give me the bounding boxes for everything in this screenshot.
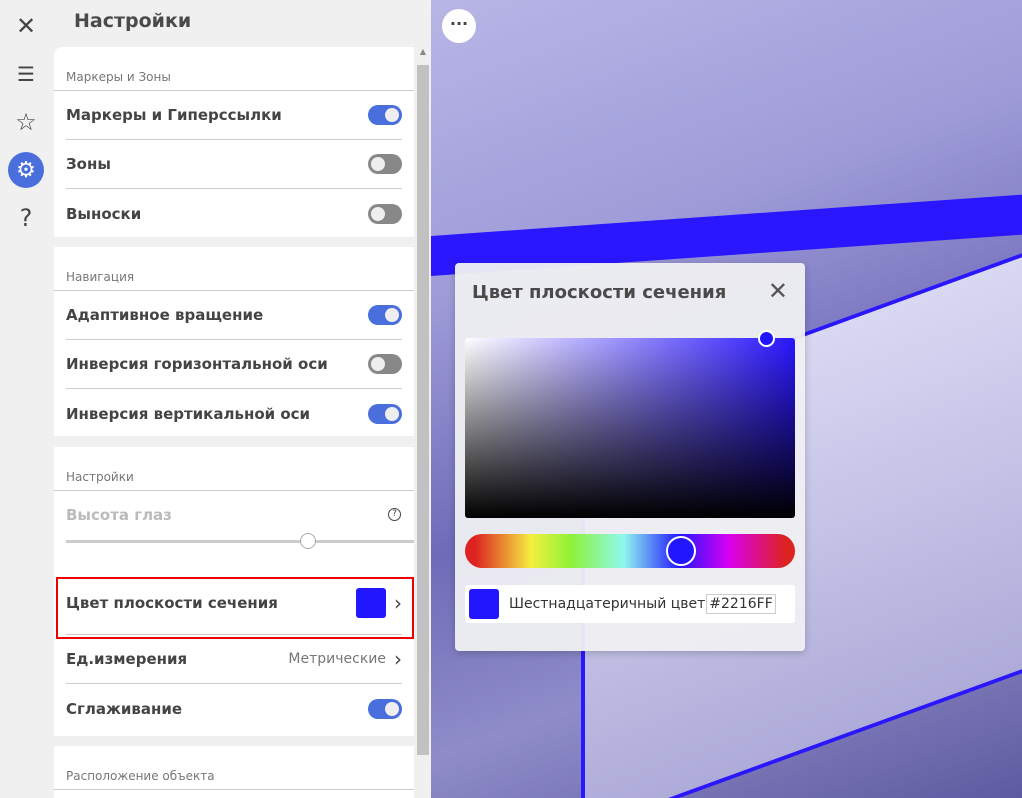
list-icon[interactable]: ☰ xyxy=(8,56,44,92)
toggle[interactable] xyxy=(368,305,402,325)
saturation-handle[interactable] xyxy=(758,330,775,347)
setting-row[interactable]: Инверсия вертикальной оси xyxy=(66,389,402,438)
help-icon[interactable]: ? xyxy=(388,508,401,521)
setting-row[interactable]: Адаптивное вращение xyxy=(66,291,402,340)
row-label: Ед.измерения xyxy=(66,650,188,668)
close-icon[interactable]: ✕ xyxy=(768,277,788,305)
hue-slider[interactable] xyxy=(465,534,795,568)
row-label: Выноски xyxy=(66,204,142,223)
row-label: Инверсия вертикальной оси xyxy=(66,404,311,423)
popup-title: Цвет плоскости сечения xyxy=(472,282,727,303)
scrollbar-thumb[interactable] xyxy=(417,65,429,755)
color-picker-popup: Цвет плоскости сечения ✕ Шестнадцатеричн… xyxy=(455,263,805,651)
row-label: Маркеры и Гиперссылки xyxy=(66,106,282,124)
toggle[interactable] xyxy=(368,403,402,424)
eye-height-row: Высота глаз ? xyxy=(54,491,414,571)
color-preview xyxy=(469,589,499,619)
close-icon[interactable]: ✕ xyxy=(8,8,44,44)
setting-row[interactable]: Маркеры и Гиперссылки xyxy=(66,91,402,140)
toggle[interactable] xyxy=(368,203,402,224)
setting-row[interactable]: Сглаживание xyxy=(66,684,402,733)
section-header: Навигация xyxy=(54,247,414,291)
section-header: Расположение объекта xyxy=(54,746,414,790)
eye-height-slider[interactable] xyxy=(66,540,414,543)
section-header: Настройки xyxy=(54,447,414,491)
setting-row[interactable]: Инверсия горизонтальной оси xyxy=(66,340,402,389)
row-label: Адаптивное вращение xyxy=(66,306,264,324)
more-options-button[interactable]: ··· xyxy=(442,9,476,43)
toggle[interactable] xyxy=(368,698,402,719)
hex-label: Шестнадцатеричный цвет xyxy=(509,596,706,612)
saturation-value-area[interactable] xyxy=(465,338,795,518)
star-icon[interactable]: ☆ xyxy=(8,104,44,140)
row-label: Инверсия горизонтальной оси xyxy=(66,355,328,373)
gear-icon[interactable]: ⚙ xyxy=(8,152,44,188)
navigation-card: Навигация Адаптивное вращение Инверсия г… xyxy=(54,247,414,436)
hex-input[interactable]: #2216FF xyxy=(706,594,776,614)
hue-handle[interactable] xyxy=(666,536,696,566)
highlight-box xyxy=(56,577,414,639)
setting-row[interactable]: Зоны xyxy=(66,140,402,189)
row-label: Зоны xyxy=(66,155,111,173)
toggle[interactable] xyxy=(368,154,402,174)
help-icon[interactable]: ? xyxy=(8,200,44,236)
page-title: Настройки xyxy=(74,10,192,32)
setting-row[interactable]: Выноски xyxy=(66,189,402,238)
object-position-card: Расположение объекта xyxy=(54,746,414,798)
toggle[interactable] xyxy=(368,105,402,125)
row-label: Высота глаз xyxy=(66,506,172,524)
hex-row: Шестнадцатеричный цвет #2216FF xyxy=(465,585,795,623)
slider-thumb[interactable] xyxy=(300,533,316,549)
row-label: Сглаживание xyxy=(66,699,183,718)
units-value: Метрические xyxy=(288,651,386,667)
chevron-right-icon: › xyxy=(394,647,402,671)
section-header: Маркеры и Зоны xyxy=(54,47,414,91)
units-row[interactable]: Ед.измерения Метрические › xyxy=(66,635,402,684)
icon-rail: ✕ ☰ ☆ ⚙ ? xyxy=(0,0,52,798)
scrollbar[interactable]: ▲ xyxy=(416,47,430,798)
toggle[interactable] xyxy=(368,354,402,374)
markers-card: Маркеры и Зоны Маркеры и Гиперссылки Зон… xyxy=(54,47,414,237)
